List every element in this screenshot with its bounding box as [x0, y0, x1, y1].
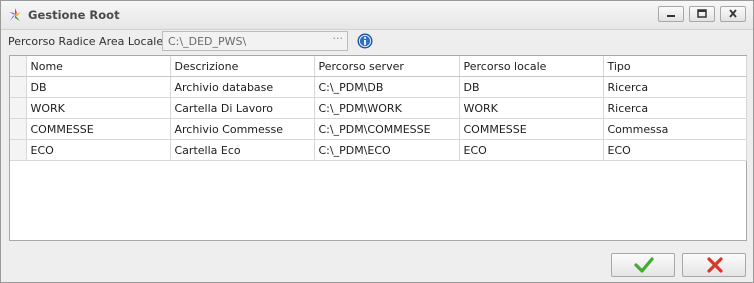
row-indicator[interactable]: [10, 97, 27, 119]
column-header-tipo[interactable]: Tipo: [603, 56, 747, 77]
confirm-button[interactable]: [611, 253, 675, 277]
column-header-descrizione[interactable]: Descrizione: [170, 56, 315, 77]
column-header-percorso-locale[interactable]: Percorso locale: [459, 56, 604, 77]
green-checkmark-icon: [634, 257, 654, 273]
cell-percorso-locale[interactable]: ECO: [459, 139, 604, 161]
roots-table: Nome Descrizione Percorso server Percors…: [10, 56, 747, 161]
table-row[interactable]: COMMESSE Archivio Commesse C:\_PDM\COMME…: [10, 118, 747, 140]
grid-header-row: Nome Descrizione Percorso server Percors…: [10, 56, 747, 77]
column-header-nome[interactable]: Nome: [26, 56, 171, 77]
cell-percorso-locale[interactable]: COMMESSE: [459, 118, 604, 140]
local-root-path-value: C:\_DED_PWS\: [168, 35, 247, 48]
local-root-path-row: Percorso Radice Area Locale C:\_DED_PWS\…: [1, 31, 753, 53]
column-header-percorso-server[interactable]: Percorso server: [314, 56, 460, 77]
window-title: Gestione Root: [28, 8, 120, 22]
row-indicator[interactable]: [10, 118, 27, 140]
table-row[interactable]: ECO Cartella Eco C:\_PDM\ECO ECO ECO: [10, 139, 747, 161]
gestione-root-window: Gestione Root Percorso Radice Area Local…: [0, 0, 754, 283]
red-x-icon: [707, 257, 723, 273]
title-bar: Gestione Root: [1, 1, 753, 30]
cell-percorso-server[interactable]: C:\_PDM\DB: [314, 76, 460, 98]
cell-percorso-locale[interactable]: WORK: [459, 97, 604, 119]
table-row[interactable]: WORK Cartella Di Lavoro C:\_PDM\WORK WOR…: [10, 97, 747, 119]
maximize-icon: [697, 9, 707, 18]
cell-percorso-server[interactable]: C:\_PDM\COMMESSE: [314, 118, 460, 140]
row-indicator[interactable]: [10, 76, 27, 98]
cell-nome[interactable]: ECO: [26, 139, 171, 161]
close-window-button[interactable]: [720, 6, 746, 22]
info-icon[interactable]: [357, 33, 373, 49]
roots-grid: Nome Descrizione Percorso server Percors…: [9, 55, 747, 241]
cell-percorso-locale[interactable]: DB: [459, 76, 604, 98]
maximize-button[interactable]: [689, 6, 715, 22]
cancel-button[interactable]: [682, 253, 746, 277]
cell-percorso-server[interactable]: C:\_PDM\ECO: [314, 139, 460, 161]
cell-nome[interactable]: DB: [26, 76, 171, 98]
colorful-star-icon: [9, 8, 21, 21]
cell-descrizione[interactable]: Cartella Eco: [170, 139, 315, 161]
cell-tipo[interactable]: Ricerca: [603, 97, 747, 119]
cell-nome[interactable]: COMMESSE: [26, 118, 171, 140]
minimize-button[interactable]: [658, 6, 684, 22]
local-root-path-input[interactable]: C:\_DED_PWS\ ···: [162, 31, 348, 51]
local-root-path-label: Percorso Radice Area Locale: [8, 35, 164, 48]
cell-tipo[interactable]: Ricerca: [603, 76, 747, 98]
cell-tipo[interactable]: Commessa: [603, 118, 747, 140]
minimize-icon: [667, 15, 675, 17]
row-indicator[interactable]: [10, 139, 27, 161]
column-header-indicator: [10, 56, 27, 77]
browse-ellipsis-button[interactable]: ···: [333, 32, 344, 45]
table-row[interactable]: DB Archivio database C:\_PDM\DB DB Ricer…: [10, 76, 747, 98]
cell-tipo[interactable]: ECO: [603, 139, 747, 161]
cell-percorso-server[interactable]: C:\_PDM\WORK: [314, 97, 460, 119]
cell-descrizione[interactable]: Archivio Commesse: [170, 118, 315, 140]
cell-descrizione[interactable]: Archivio database: [170, 76, 315, 98]
close-icon: [729, 9, 737, 18]
cell-nome[interactable]: WORK: [26, 97, 171, 119]
cell-descrizione[interactable]: Cartella Di Lavoro: [170, 97, 315, 119]
